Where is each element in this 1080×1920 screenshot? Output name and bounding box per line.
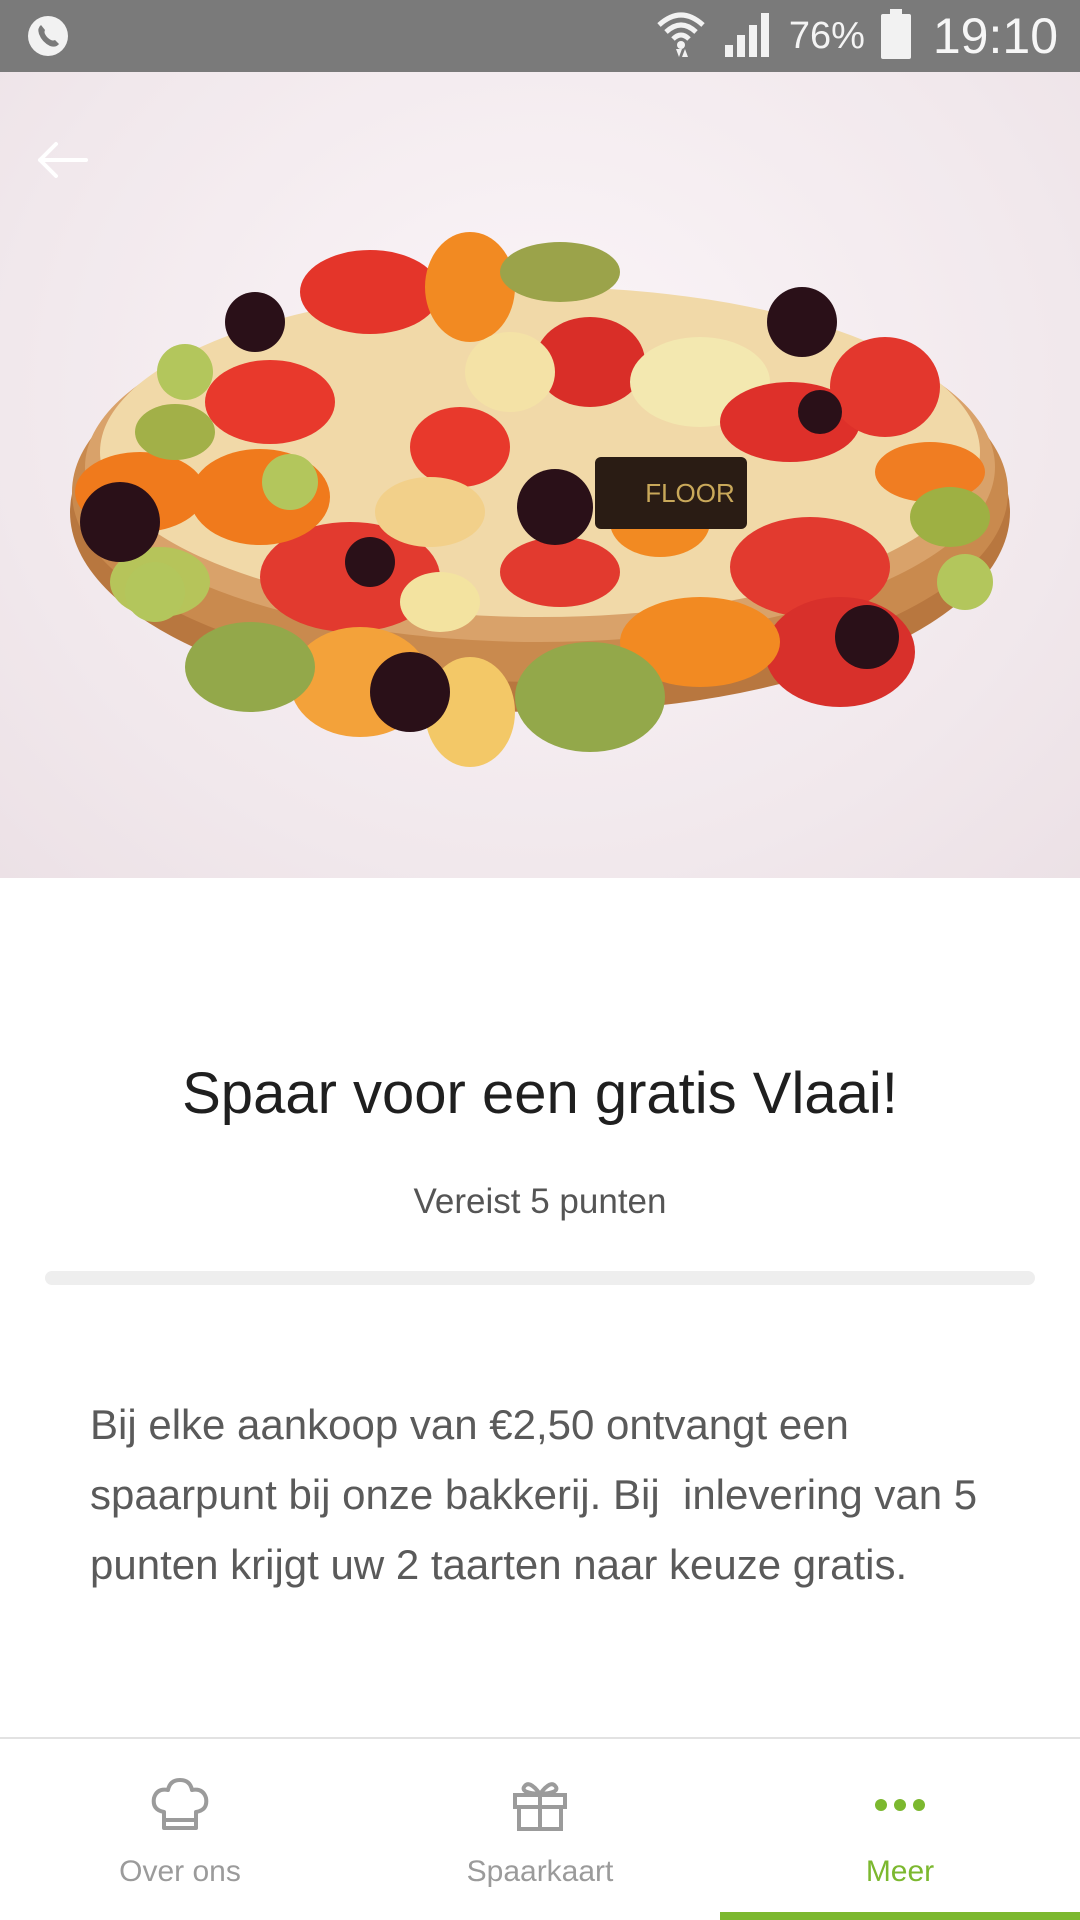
nav-item-over-ons[interactable]: Over ons (0, 1739, 360, 1920)
points-progress-bar (45, 1271, 1035, 1285)
reward-description: Bij elke aankoop van €2,50 ontvangt een … (90, 1401, 989, 1588)
chef-hat-icon (150, 1775, 210, 1835)
clock-time: 19:10 (932, 8, 1058, 64)
active-tab-indicator (720, 1912, 1080, 1920)
wifi-icon (655, 9, 707, 64)
reward-requirement: Vereist 5 punten (413, 1182, 667, 1221)
hero-image: FLOOR (0, 72, 1080, 878)
phone-call-icon (26, 14, 70, 58)
battery-percent: 76% (788, 14, 865, 57)
bottom-navigation: Over ons Spaarkaart Meer (0, 1737, 1080, 1920)
arrow-left-icon (38, 142, 88, 178)
nav-label-over-ons: Over ons (119, 1855, 241, 1888)
gift-icon (511, 1775, 569, 1835)
nav-label-meer: Meer (865, 1855, 935, 1888)
more-dots-icon (874, 1775, 926, 1835)
back-button[interactable] (30, 128, 94, 192)
tart-logo-text: FLOOR (645, 478, 735, 508)
reward-title: Spaar voor een gratis Vlaai! (182, 1061, 898, 1126)
status-bar: 76% 19:10 (0, 0, 1080, 72)
battery-icon (880, 8, 911, 64)
signal-icon (723, 11, 773, 62)
fruit-tart-photo: FLOOR (70, 232, 1010, 767)
nav-item-spaarkaart[interactable]: Spaarkaart (360, 1739, 720, 1920)
nav-item-meer[interactable]: Meer (720, 1739, 1080, 1920)
nav-label-spaarkaart: Spaarkaart (466, 1855, 614, 1888)
